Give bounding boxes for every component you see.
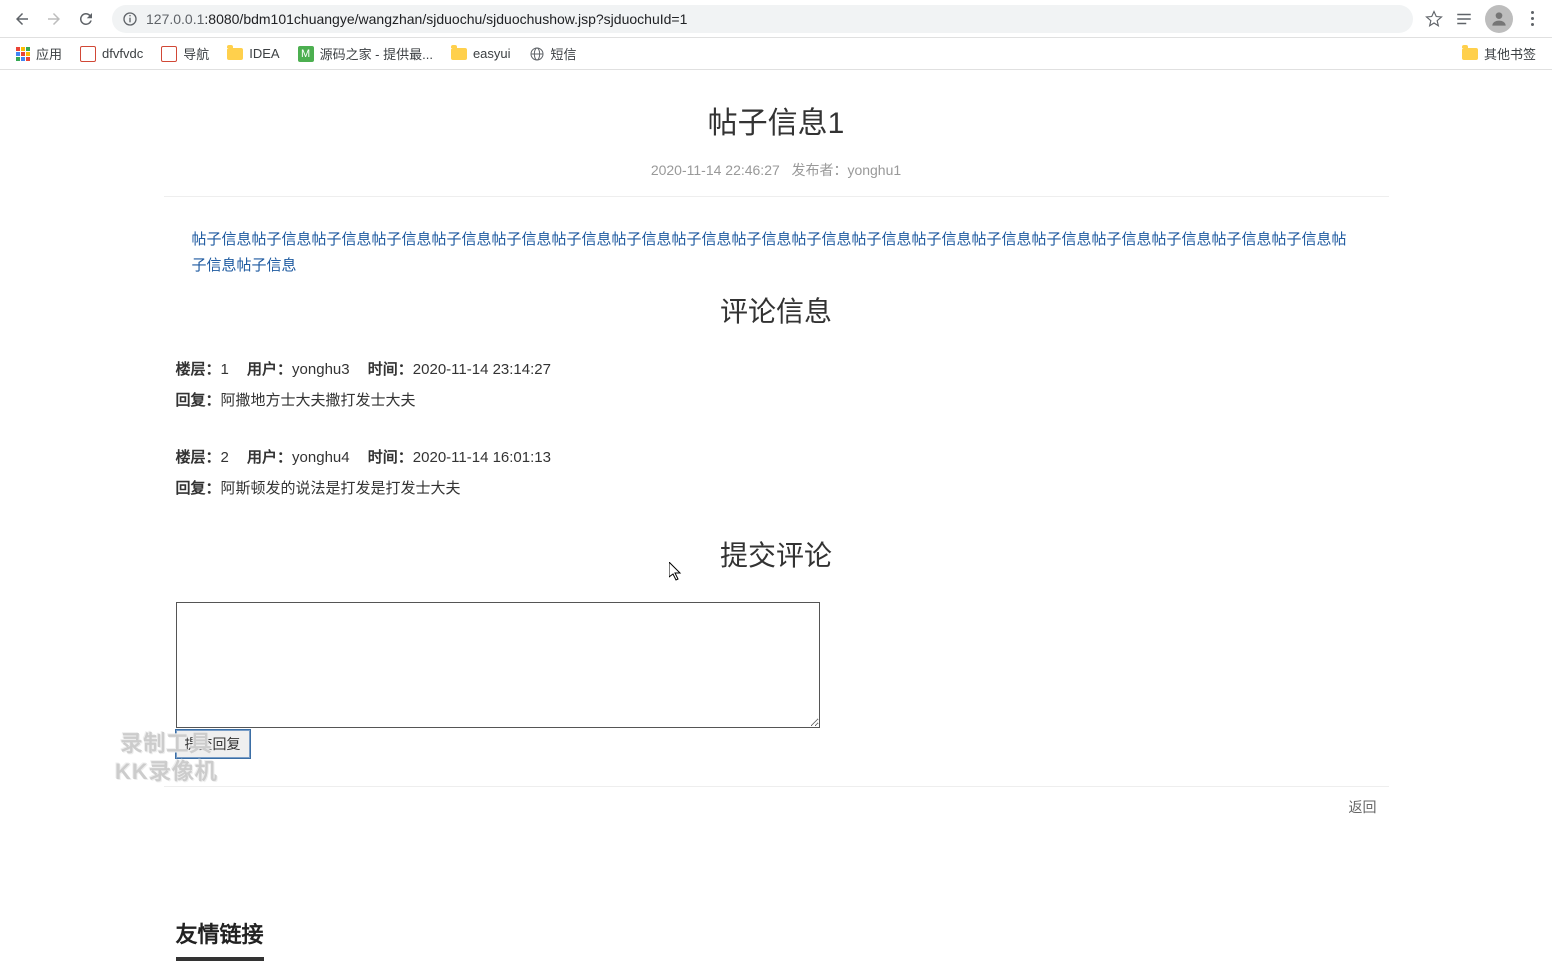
- post-meta: 2020-11-14 22:46:27 发布者：yonghu1: [164, 160, 1389, 180]
- back-link[interactable]: 返回: [164, 797, 1389, 817]
- comment-reply: 回复：阿撒地方士大夫撒打发士大夫: [176, 389, 1377, 410]
- info-icon: [122, 11, 138, 27]
- apps-icon: [16, 47, 30, 61]
- other-bookmarks[interactable]: 其他书签: [1454, 40, 1544, 67]
- comment-meta: 楼层：1 用户：yonghu3 时间：2020-11-14 23:14:27: [176, 358, 1377, 379]
- comment-reply: 回复：阿斯顿发的说法是打发是打发士大夫: [176, 477, 1377, 498]
- divider: [164, 786, 1389, 787]
- bookmark-item[interactable]: M源码之家 - 提供最...: [290, 40, 441, 67]
- bookmark-star-icon[interactable]: [1425, 10, 1443, 28]
- comment-textarea[interactable]: [176, 602, 820, 728]
- url-text: 127.0.0.1:8080/bdm101chuangye/wangzhan/s…: [146, 11, 687, 27]
- folder-icon: [451, 48, 467, 60]
- comment-item: 楼层：1 用户：yonghu3 时间：2020-11-14 23:14:27 回…: [164, 358, 1389, 410]
- bookmark-item[interactable]: dfvfvdc: [72, 42, 151, 66]
- comments-heading: 评论信息: [164, 290, 1389, 330]
- apps-label: 应用: [36, 44, 62, 63]
- post-title: 帖子信息1: [164, 98, 1389, 142]
- reading-list-icon[interactable]: [1455, 10, 1473, 28]
- page-viewport: 帖子信息1 2020-11-14 22:46:27 发布者：yonghu1 帖子…: [0, 70, 1552, 970]
- forward-button[interactable]: [40, 5, 68, 33]
- divider: [164, 196, 1389, 197]
- back-button[interactable]: [8, 5, 36, 33]
- bookmark-icon: [80, 46, 96, 62]
- folder-icon: [1462, 48, 1478, 60]
- globe-icon: [529, 46, 545, 62]
- bookmark-item[interactable]: 短信: [521, 40, 585, 67]
- chrome-menu-icon[interactable]: [1525, 5, 1540, 32]
- bookmarks-bar: 应用 dfvfvdc 导航 IDEA M源码之家 - 提供最... easyui…: [0, 38, 1552, 70]
- folder-icon: [227, 48, 243, 60]
- submit-heading: 提交评论: [164, 534, 1389, 574]
- profile-avatar[interactable]: [1485, 5, 1513, 33]
- post-body: 帖子信息帖子信息帖子信息帖子信息帖子信息帖子信息帖子信息帖子信息帖子信息帖子信息…: [164, 227, 1389, 278]
- bookmark-icon: M: [298, 46, 314, 62]
- footer-links-section: 友情链接: [164, 917, 1389, 961]
- footer-links-title: 友情链接: [176, 917, 264, 961]
- bookmark-item[interactable]: IDEA: [219, 42, 287, 65]
- comment-meta: 楼层：2 用户：yonghu4 时间：2020-11-14 16:01:13: [176, 446, 1377, 467]
- bookmark-item[interactable]: easyui: [443, 42, 519, 65]
- reload-button[interactable]: [72, 5, 100, 33]
- bookmark-item[interactable]: 导航: [153, 40, 217, 67]
- submit-reply-button[interactable]: 提交回复: [176, 730, 250, 758]
- comment-item: 楼层：2 用户：yonghu4 时间：2020-11-14 16:01:13 回…: [164, 446, 1389, 498]
- bookmark-icon: [161, 46, 177, 62]
- browser-toolbar: 127.0.0.1:8080/bdm101chuangye/wangzhan/s…: [0, 0, 1552, 38]
- apps-shortcut[interactable]: 应用: [8, 40, 70, 67]
- address-bar[interactable]: 127.0.0.1:8080/bdm101chuangye/wangzhan/s…: [112, 5, 1413, 33]
